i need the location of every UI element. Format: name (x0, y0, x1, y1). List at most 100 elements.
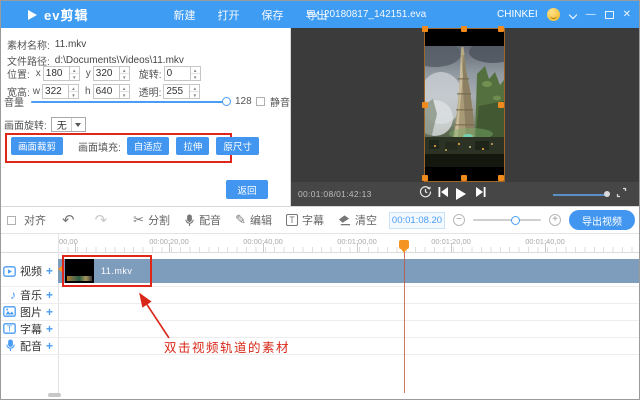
crop-button[interactable]: 画面裁剪 (11, 137, 63, 155)
play-button[interactable] (456, 188, 466, 200)
next-frame-icon[interactable] (475, 185, 487, 203)
volume-slider[interactable] (31, 101, 227, 103)
material-name-row: 素材名称: 11.mkv (7, 37, 86, 52)
y-spinner[interactable]: ▲▼ (119, 67, 129, 80)
selection-handle-bottom-mid[interactable] (461, 175, 467, 181)
rotate-label: 旋转: (139, 66, 162, 81)
playhead-marker[interactable] (399, 240, 409, 249)
track-music[interactable]: ♪ 音乐 + (1, 286, 58, 303)
volume-slider-handle[interactable] (222, 97, 231, 106)
voice-track-icon (5, 339, 16, 352)
clear-tool[interactable]: 清空 (338, 212, 377, 228)
annotation-text: 双击视频轨道的素材 (164, 337, 290, 356)
preview-volume-handle[interactable] (604, 191, 610, 197)
y-input[interactable] (94, 67, 119, 80)
x-spinner[interactable]: ▲▼ (69, 67, 79, 80)
maximize-button[interactable] (605, 11, 614, 19)
selection-handle-bottom-right[interactable] (498, 175, 504, 181)
subtitle-label: 字幕 (302, 212, 324, 228)
subtitle-tool[interactable]: T 字幕 (286, 212, 324, 228)
minimize-button[interactable]: — (586, 10, 596, 20)
video-frame-image (425, 46, 504, 167)
export-video-button[interactable]: 导出视频 (569, 210, 635, 230)
back-button[interactable]: 返回 (226, 180, 268, 199)
close-button[interactable]: ✕ (623, 10, 631, 20)
position-label: 位置: (7, 66, 30, 81)
timeline: 00,00 00:00:20,00 00:00:40,00 00:01:00,0… (1, 234, 640, 400)
timeline-ruler[interactable]: 00,00 00:00:20,00 00:00:40,00 00:01:00,0… (1, 234, 640, 253)
titlebar-controls: CHINKEI — ✕ (497, 8, 631, 21)
preview-volume-slider[interactable] (553, 194, 607, 196)
track-image[interactable]: 图片 + (1, 303, 58, 320)
align-checkbox[interactable] (7, 216, 16, 225)
dub-label: 配音 (199, 212, 221, 228)
undo-icon[interactable]: ↶ (62, 211, 75, 229)
add-image-button[interactable]: + (46, 305, 53, 319)
track-image-label: 图片 (20, 304, 42, 320)
zoom-in-icon[interactable]: + (549, 214, 561, 226)
track-voice-label: 配音 (20, 338, 42, 354)
material-properties-panel: 素材名称: 11.mkv 文件路径: d:\Documents\Videos\1… (1, 28, 291, 206)
add-subtitle-button[interactable]: + (46, 322, 53, 336)
split-tool[interactable]: ✂ 分割 (133, 212, 170, 228)
file-path-value: d:\Documents\Videos\11.mkv (55, 55, 184, 66)
track-music-label: 音乐 (20, 287, 42, 303)
redo-icon[interactable]: ↷ (95, 211, 108, 229)
scissors-icon: ✂ (133, 212, 144, 228)
clear-label: 清空 (355, 212, 377, 228)
timeline-zoom-slider[interactable] (473, 219, 541, 221)
track-voice[interactable]: 配音 + (1, 337, 58, 354)
app-logo: ev剪辑 (28, 5, 88, 24)
video-track-icon (3, 266, 16, 277)
x-spinbox: ▲▼ (43, 66, 80, 81)
username[interactable]: CHINKEI (497, 9, 538, 20)
ruler-label-4: 00:01:20,00 (431, 237, 471, 246)
volume-row: 音量 128 静音 (4, 93, 288, 109)
add-video-button[interactable]: + (46, 264, 53, 278)
edit-tool[interactable]: ✎ 编辑 (235, 212, 272, 228)
eraser-icon (338, 214, 351, 226)
add-voice-button[interactable]: + (46, 339, 53, 353)
titlebar: ev剪辑 新建 打开 保存 导出 ev_20180817_142151.eva … (1, 1, 639, 28)
document-title: ev_20180817_142151.eva (297, 9, 437, 20)
fill-stretch-button[interactable]: 拉伸 (176, 137, 209, 155)
video-preview (291, 28, 640, 182)
current-time-box[interactable]: 00:01:08.20 (389, 212, 445, 229)
track-video[interactable]: 视频 + (1, 259, 58, 283)
rotate-spinner[interactable]: ▲▼ (190, 67, 200, 80)
menu-save[interactable]: 保存 (261, 7, 283, 23)
add-music-button[interactable]: + (46, 288, 53, 302)
x-input[interactable] (44, 67, 69, 80)
timeline-zoom-handle[interactable] (511, 216, 520, 225)
ruler-minor-ticks (58, 247, 640, 252)
menu-new[interactable]: 新建 (173, 7, 195, 23)
restart-icon[interactable] (419, 185, 432, 203)
selection-handle-top-left[interactable] (422, 26, 428, 32)
fill-adaptive-button[interactable]: 自适应 (127, 137, 170, 155)
selection-handle-bottom-left[interactable] (422, 175, 428, 181)
subtitle-track-icon: T (3, 323, 16, 334)
rotate-input[interactable] (165, 67, 190, 80)
menu-open[interactable]: 打开 (217, 7, 239, 23)
fullscreen-icon[interactable] (616, 185, 627, 203)
track-subtitle[interactable]: T 字幕 + (1, 320, 58, 337)
fill-original-button[interactable]: 原尺寸 (216, 137, 259, 155)
annotation-red-rectangle-clip (62, 255, 152, 287)
track-label-divider (58, 234, 59, 393)
selection-handle-top-mid[interactable] (461, 26, 467, 32)
screen-rotation-dropdown[interactable]: 无 (51, 117, 86, 132)
zoom-out-icon[interactable]: − (453, 214, 465, 226)
chevron-down-icon[interactable] (569, 11, 577, 19)
mute-checkbox[interactable] (256, 97, 265, 106)
previous-frame-icon[interactable] (437, 185, 449, 203)
dub-tool[interactable]: 配音 (184, 212, 221, 228)
selection-handle-top-right[interactable] (498, 26, 504, 32)
avatar[interactable] (547, 8, 560, 21)
y-label: y (86, 68, 91, 79)
selection-handle-mid-left[interactable] (422, 102, 428, 108)
horizontal-scrollbar-thumb[interactable] (48, 393, 61, 397)
ruler-label-2: 00:00:40,00 (243, 237, 283, 246)
ruler-label-1: 00:00:20,00 (149, 237, 189, 246)
selection-handle-mid-right[interactable] (498, 102, 504, 108)
video-frame[interactable] (425, 29, 504, 181)
